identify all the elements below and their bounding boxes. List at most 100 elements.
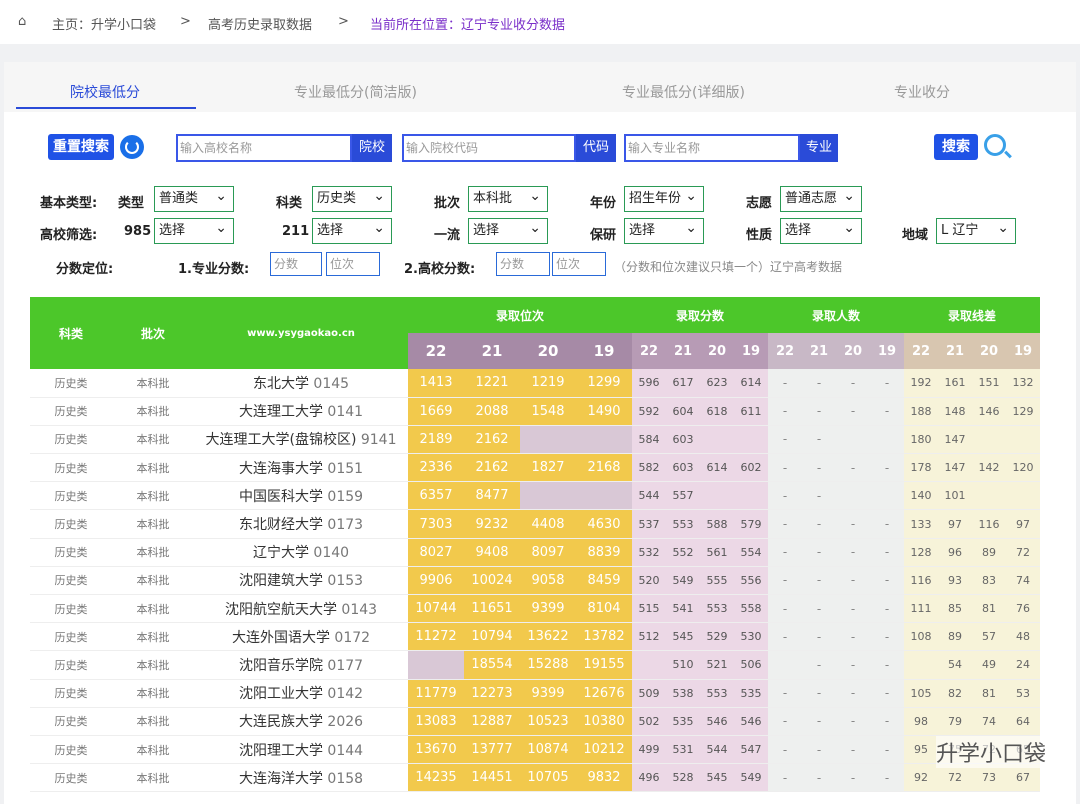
cell-school[interactable]: 沈阳建筑大学 0153 <box>194 566 408 596</box>
home-icon[interactable]: ⌂ <box>18 14 26 29</box>
cell-school[interactable]: 沈阳理工大学 0144 <box>194 735 408 765</box>
school-name[interactable]: 沈阳建筑大学 <box>239 573 327 589</box>
school-name[interactable]: 辽宁大学 <box>253 545 313 561</box>
cell-count <box>870 425 904 455</box>
tab-major-min-simple[interactable]: 专业最低分(简洁版) <box>294 82 417 102</box>
cell-school[interactable]: 沈阳音乐学院 0177 <box>194 650 408 680</box>
cell-rank: 8027 <box>408 538 464 567</box>
type-select[interactable]: 普通类 <box>154 184 234 212</box>
breadcrumb-history-data[interactable]: 高考历史录取数据 <box>208 14 312 33</box>
school-name[interactable]: 大连外国语大学 <box>232 630 334 646</box>
school-rank-input[interactable]: 位次 <box>552 252 606 276</box>
school-name[interactable]: 沈阳音乐学院 <box>239 658 327 674</box>
cell-score: 554 <box>734 538 768 567</box>
school-name[interactable]: 中国医科大学 <box>239 489 327 505</box>
cell-school[interactable]: 大连民族大学 2026 <box>194 707 408 736</box>
refresh-icon[interactable] <box>120 135 144 159</box>
school-name[interactable]: 东北大学 <box>253 376 313 392</box>
cell-count: - <box>836 763 870 793</box>
school-score-input[interactable]: 分数 <box>496 252 550 276</box>
cell-diff: 96 <box>938 538 972 567</box>
school-name[interactable]: 沈阳工业大学 <box>239 686 327 702</box>
cell-school[interactable]: 大连海洋大学 0158 <box>194 763 408 793</box>
cell-rank: 15288 <box>520 650 576 680</box>
cell-diff: 82 <box>938 679 972 708</box>
school-name[interactable]: 大连民族大学 <box>239 714 327 730</box>
school-name[interactable]: 沈阳理工大学 <box>239 743 327 759</box>
cell-diff: 74 <box>1006 566 1040 596</box>
cell-score: 582 <box>632 453 666 483</box>
table-row[interactable]: 历史类 本科批 沈阳工业大学 0142 11779 12273 9399 12676 509 5… <box>30 679 1040 708</box>
tab-school-min-score[interactable]: 院校最低分 <box>70 82 140 102</box>
year-header-rank-19: 19 <box>576 333 632 369</box>
cell-diff: 89 <box>938 622 972 652</box>
cell-batch: 本科批 <box>112 397 194 426</box>
school-name[interactable]: 沈阳航空航天大学 <box>225 602 341 618</box>
year-select[interactable]: 招生年份 <box>624 184 704 212</box>
year-header-diff-19: 19 <box>1006 333 1040 369</box>
cell-school[interactable]: 大连外国语大学 0172 <box>194 622 408 652</box>
cell-school[interactable]: 沈阳工业大学 0142 <box>194 679 408 708</box>
admission-table: 科类 批次 www.ysygaokao.cn 录取位次 录取分数 录取人数 录取… <box>30 297 1040 793</box>
cell-batch: 本科批 <box>112 763 194 793</box>
tab-major-score[interactable]: 专业收分 <box>894 82 950 102</box>
table-row[interactable]: 历史类 本科批 沈阳建筑大学 0153 9906 10024 9058 8459 520 549… <box>30 566 1040 596</box>
cell-diff: 54 <box>938 650 972 680</box>
major-rank-input[interactable]: 位次 <box>326 252 380 276</box>
baoyan-select[interactable]: 选择 <box>624 216 704 244</box>
cell-score <box>700 425 734 455</box>
school-code-input[interactable]: 输入院校代码 <box>402 134 576 162</box>
cell-rank: 13083 <box>408 707 464 736</box>
table-row[interactable]: 历史类 本科批 沈阳理工大学 0144 13670 13777 10874 10212 499… <box>30 735 1040 765</box>
cell-school[interactable]: 大连海事大学 0151 <box>194 453 408 483</box>
table-row[interactable]: 历史类 本科批 沈阳航空航天大学 0143 10744 11651 9399 8104 515… <box>30 594 1040 624</box>
breadcrumb-home[interactable]: 主页：升学小口袋 <box>52 14 156 33</box>
school-name[interactable]: 大连理工大学 <box>239 404 327 420</box>
cell-subject: 历史类 <box>30 453 112 483</box>
batch-select[interactable]: 本科批 <box>468 184 548 212</box>
school-name[interactable]: 大连海事大学 <box>239 461 327 477</box>
basic-type-label: 基本类型: <box>40 196 98 211</box>
cell-school[interactable]: 中国医科大学 0159 <box>194 481 408 511</box>
table-row[interactable]: 历史类 本科批 大连理工大学(盘锦校区) 9141 2189 2162 584 603- -1… <box>30 425 1040 455</box>
cell-rank: 8459 <box>576 566 632 596</box>
region-select[interactable]: L 辽宁 <box>936 216 1016 244</box>
cell-school[interactable]: 东北大学 0145 <box>194 369 408 398</box>
search-button[interactable]: 搜索 <box>934 134 978 160</box>
table-row[interactable]: 历史类 本科批 沈阳音乐学院 0177 18554 15288 19155 510 521 50… <box>30 650 1040 680</box>
table-row[interactable]: 历史类 本科批 大连海洋大学 0158 14235 14451 10705 9832 496 5… <box>30 763 1040 793</box>
table-row[interactable]: 历史类 本科批 东北大学 0145 1413 1221 1219 1299 596 617 623… <box>30 369 1040 398</box>
subject-select[interactable]: 历史类 <box>312 184 392 212</box>
985-select[interactable]: 选择 <box>154 216 234 244</box>
table-row[interactable]: 历史类 本科批 东北财经大学 0173 7303 9232 4408 4630 537 553 5… <box>30 509 1040 539</box>
tab-major-min-detail[interactable]: 专业最低分(详细版) <box>622 82 745 102</box>
major-score-input[interactable]: 分数 <box>270 252 322 276</box>
subject-label: 科类 <box>276 196 303 211</box>
school-name[interactable]: 大连理工大学(盘锦校区) <box>205 432 360 448</box>
school-name-input[interactable]: 输入高校名称 <box>176 134 352 162</box>
table-row[interactable]: 历史类 本科批 大连海事大学 0151 2336 2162 1827 2168 582 603 6… <box>30 453 1040 483</box>
cell-diff: 140 <box>904 481 938 511</box>
reset-search-button[interactable]: 重置搜索 <box>48 134 114 160</box>
school-name[interactable]: 东北财经大学 <box>239 517 327 533</box>
cell-school[interactable]: 辽宁大学 0140 <box>194 538 408 567</box>
school-name[interactable]: 大连海洋大学 <box>239 771 327 787</box>
table-row[interactable]: 历史类 本科批 大连民族大学 2026 13083 12887 10523 10380 502… <box>30 707 1040 736</box>
cell-score: 588 <box>700 509 734 539</box>
search-icon[interactable] <box>984 134 1006 156</box>
major-name-input[interactable]: 输入专业名称 <box>624 134 800 162</box>
wish-select[interactable]: 普通志愿 <box>780 184 862 212</box>
first-class-select[interactable]: 选择 <box>468 216 548 244</box>
table-row[interactable]: 历史类 本科批 中国医科大学 0159 6357 8477 544 557- -140 101 <box>30 481 1040 511</box>
cell-school[interactable]: 大连理工大学 0141 <box>194 397 408 426</box>
cell-school[interactable]: 东北财经大学 0173 <box>194 509 408 539</box>
cell-school[interactable]: 大连理工大学(盘锦校区) 9141 <box>194 425 408 455</box>
table-row[interactable]: 历史类 本科批 辽宁大学 0140 8027 9408 8097 8839 532 552 561… <box>30 538 1040 567</box>
table-row[interactable]: 历史类 本科批 大连外国语大学 0172 11272 10794 13622 13782 51… <box>30 622 1040 652</box>
211-select[interactable]: 选择 <box>312 216 392 244</box>
cell-school[interactable]: 沈阳航空航天大学 0143 <box>194 594 408 624</box>
cell-count: - <box>870 763 904 793</box>
cell-rank: 14235 <box>408 763 464 793</box>
nature-select[interactable]: 选择 <box>780 216 862 244</box>
table-row[interactable]: 历史类 本科批 大连理工大学 0141 1669 2088 1548 1490 592 604 6… <box>30 397 1040 426</box>
